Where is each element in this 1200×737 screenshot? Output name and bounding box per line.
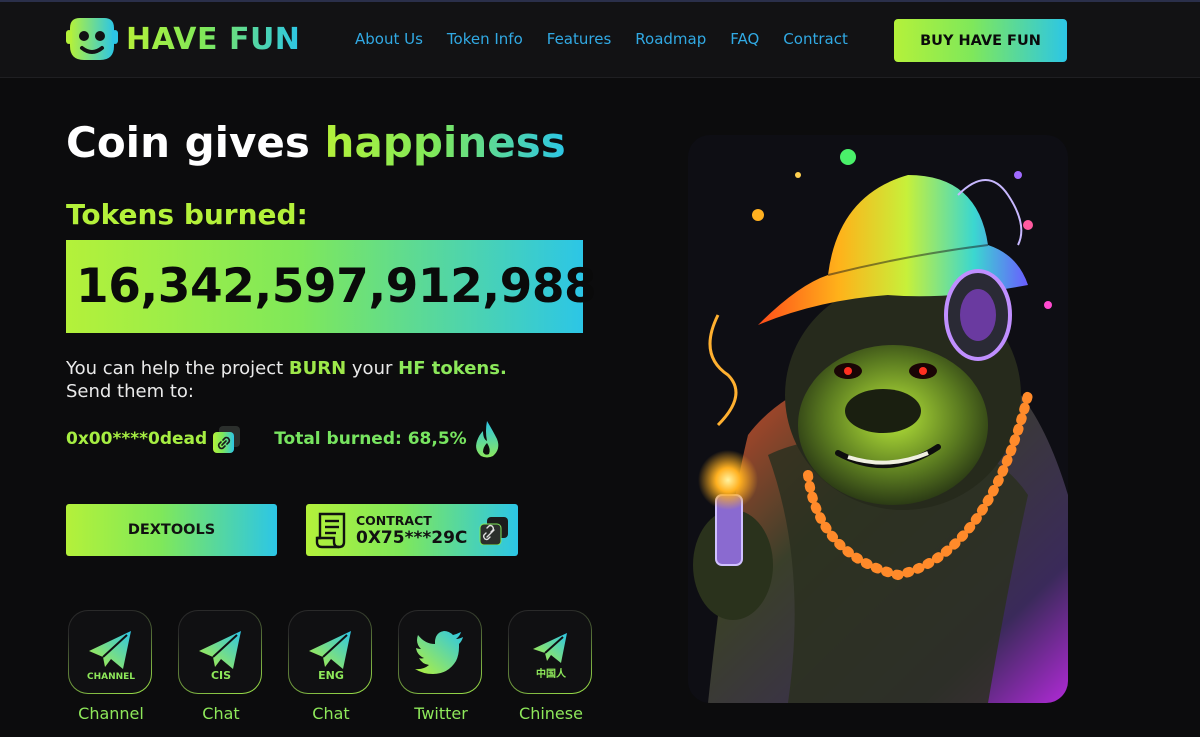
telegram-eng-icon: ENG bbox=[309, 631, 351, 682]
dextools-button[interactable]: DEXTOOLS bbox=[66, 504, 277, 556]
nav-features[interactable]: Features bbox=[547, 30, 612, 48]
social-label: Chat bbox=[202, 704, 240, 723]
social-telegram-channel[interactable]: CHANNEL Channel bbox=[66, 608, 156, 726]
burn-help-text: You can help the project BURN your HF to… bbox=[66, 357, 507, 403]
buy-have-fun-button[interactable]: BUY HAVE FUN bbox=[894, 19, 1067, 62]
contract-address: 0X75***29C bbox=[356, 528, 468, 548]
social-label: Channel bbox=[78, 704, 144, 723]
social-telegram-eng[interactable]: ENG Chat bbox=[286, 608, 376, 726]
social-label: Chinese bbox=[519, 704, 583, 723]
nav-token-info[interactable]: Token Info bbox=[447, 30, 523, 48]
social-telegram-chinese[interactable]: 中国人 Chinese bbox=[506, 608, 596, 726]
telegram-cis-badge: CIS bbox=[211, 669, 231, 682]
help-text-mid: your bbox=[351, 358, 393, 379]
tokens-burned-label: Tokens burned: bbox=[66, 198, 308, 231]
nav-about-us[interactable]: About Us bbox=[355, 30, 423, 48]
social-card: ENG bbox=[288, 610, 372, 694]
social-card bbox=[398, 610, 482, 694]
social-card: 中国人 bbox=[508, 610, 592, 694]
hero-gorilla-artwork bbox=[688, 135, 1068, 703]
nav-faq[interactable]: FAQ bbox=[730, 30, 759, 48]
nav-roadmap[interactable]: Roadmap bbox=[635, 30, 706, 48]
telegram-channel-icon: CHANNEL bbox=[87, 631, 135, 682]
logo-mascot-icon bbox=[66, 18, 118, 60]
social-card: CHANNEL bbox=[68, 610, 152, 694]
copy-address-icon[interactable] bbox=[213, 425, 241, 453]
copy-contract-icon bbox=[479, 517, 508, 545]
help-text-tokens: HF tokens. bbox=[398, 358, 507, 379]
site-header: HAVE FUN About Us Token Info Features Ro… bbox=[0, 2, 1200, 78]
help-text-burn: BURN bbox=[288, 358, 347, 379]
social-card: CIS bbox=[178, 610, 262, 694]
burn-amount: 16,342,597,912,988 bbox=[76, 259, 597, 314]
hero-title-accent: happiness bbox=[324, 118, 566, 167]
hero-title: Coin gives happiness bbox=[66, 118, 566, 167]
hero-title-white: Coin gives bbox=[66, 118, 310, 167]
total-burned: Total burned: 68,5% bbox=[274, 429, 467, 449]
social-label: Twitter bbox=[414, 704, 468, 723]
contract-label: CONTRACT bbox=[356, 513, 432, 528]
help-text-pre: You can help the project bbox=[66, 358, 284, 379]
social-twitter[interactable]: Twitter bbox=[396, 608, 486, 726]
telegram-channel-badge: CHANNEL bbox=[87, 672, 135, 682]
telegram-cis-icon: CIS bbox=[199, 631, 241, 682]
help-text-send: Send them to: bbox=[66, 381, 194, 402]
contract-button[interactable]: CONTRACT 0X75***29C bbox=[306, 504, 518, 556]
flame-icon bbox=[475, 421, 499, 458]
twitter-icon bbox=[415, 631, 463, 674]
burn-address-row: 0x00****0dead Total burned: 68,5% bbox=[66, 421, 501, 458]
logo[interactable]: HAVE FUN bbox=[66, 16, 300, 62]
telegram-chinese-icon: 中国人 bbox=[533, 633, 567, 680]
dead-address: 0x00****0dead bbox=[66, 429, 208, 449]
social-label: Chat bbox=[312, 704, 350, 723]
document-icon bbox=[315, 512, 346, 549]
logo-text: HAVE FUN bbox=[126, 21, 301, 57]
telegram-eng-badge: ENG bbox=[318, 669, 344, 682]
burn-counter: 16,342,597,912,988 bbox=[66, 240, 597, 333]
telegram-chinese-badge: 中国人 bbox=[536, 667, 567, 680]
main-nav: About Us Token Info Features Roadmap FAQ… bbox=[355, 30, 872, 48]
nav-contract[interactable]: Contract bbox=[783, 30, 848, 48]
social-links: CHANNEL Channel CIS Chat ENG Chat Twitte… bbox=[66, 608, 616, 726]
social-telegram-cis[interactable]: CIS Chat bbox=[176, 608, 266, 726]
neon-gorilla-illustration bbox=[688, 135, 1068, 703]
